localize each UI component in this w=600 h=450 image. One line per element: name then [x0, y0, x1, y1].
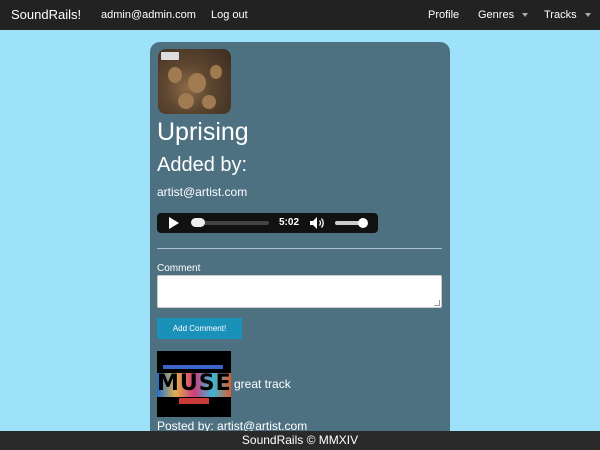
chevron-down-icon [522, 13, 529, 18]
volume-icon[interactable] [309, 216, 327, 230]
avatar-logo-text: MUSE [157, 371, 231, 396]
added-by-heading: Added by: [157, 154, 248, 176]
tracks-dropdown[interactable]: Tracks [544, 9, 591, 21]
album-cover-image [158, 49, 231, 114]
add-comment-button[interactable]: Add Comment! [157, 318, 242, 339]
brand-link[interactable]: SoundRails! [11, 7, 81, 22]
divider [157, 248, 442, 249]
user-email-link[interactable]: admin@admin.com [101, 9, 196, 21]
audio-player: 5:02 [157, 213, 378, 233]
tracks-label: Tracks [544, 9, 577, 21]
artist-email: artist@artist.com [157, 185, 248, 199]
profile-link[interactable]: Profile [428, 9, 459, 21]
genres-dropdown[interactable]: Genres [478, 9, 529, 21]
comment-body: great track [234, 377, 291, 391]
duration-time: 5:02 [279, 217, 300, 228]
comment-textarea[interactable] [157, 275, 442, 308]
footer: SoundRails © MMXIV [0, 431, 600, 450]
top-navbar: SoundRails! admin@admin.com Log out Prof… [0, 0, 600, 30]
comment-avatar-image: MUSE [157, 351, 231, 417]
track-title: Uprising [157, 118, 249, 146]
logout-link[interactable]: Log out [211, 9, 248, 21]
volume-handle[interactable] [358, 218, 368, 228]
play-icon[interactable] [169, 217, 179, 229]
progress-handle[interactable] [190, 218, 205, 227]
comment-label: Comment [157, 263, 201, 274]
genres-label: Genres [478, 9, 515, 21]
chevron-down-icon [584, 13, 591, 18]
track-card: Uprising Added by: artist@artist.com 5:0… [150, 42, 450, 442]
resize-handle-icon[interactable] [434, 300, 440, 306]
